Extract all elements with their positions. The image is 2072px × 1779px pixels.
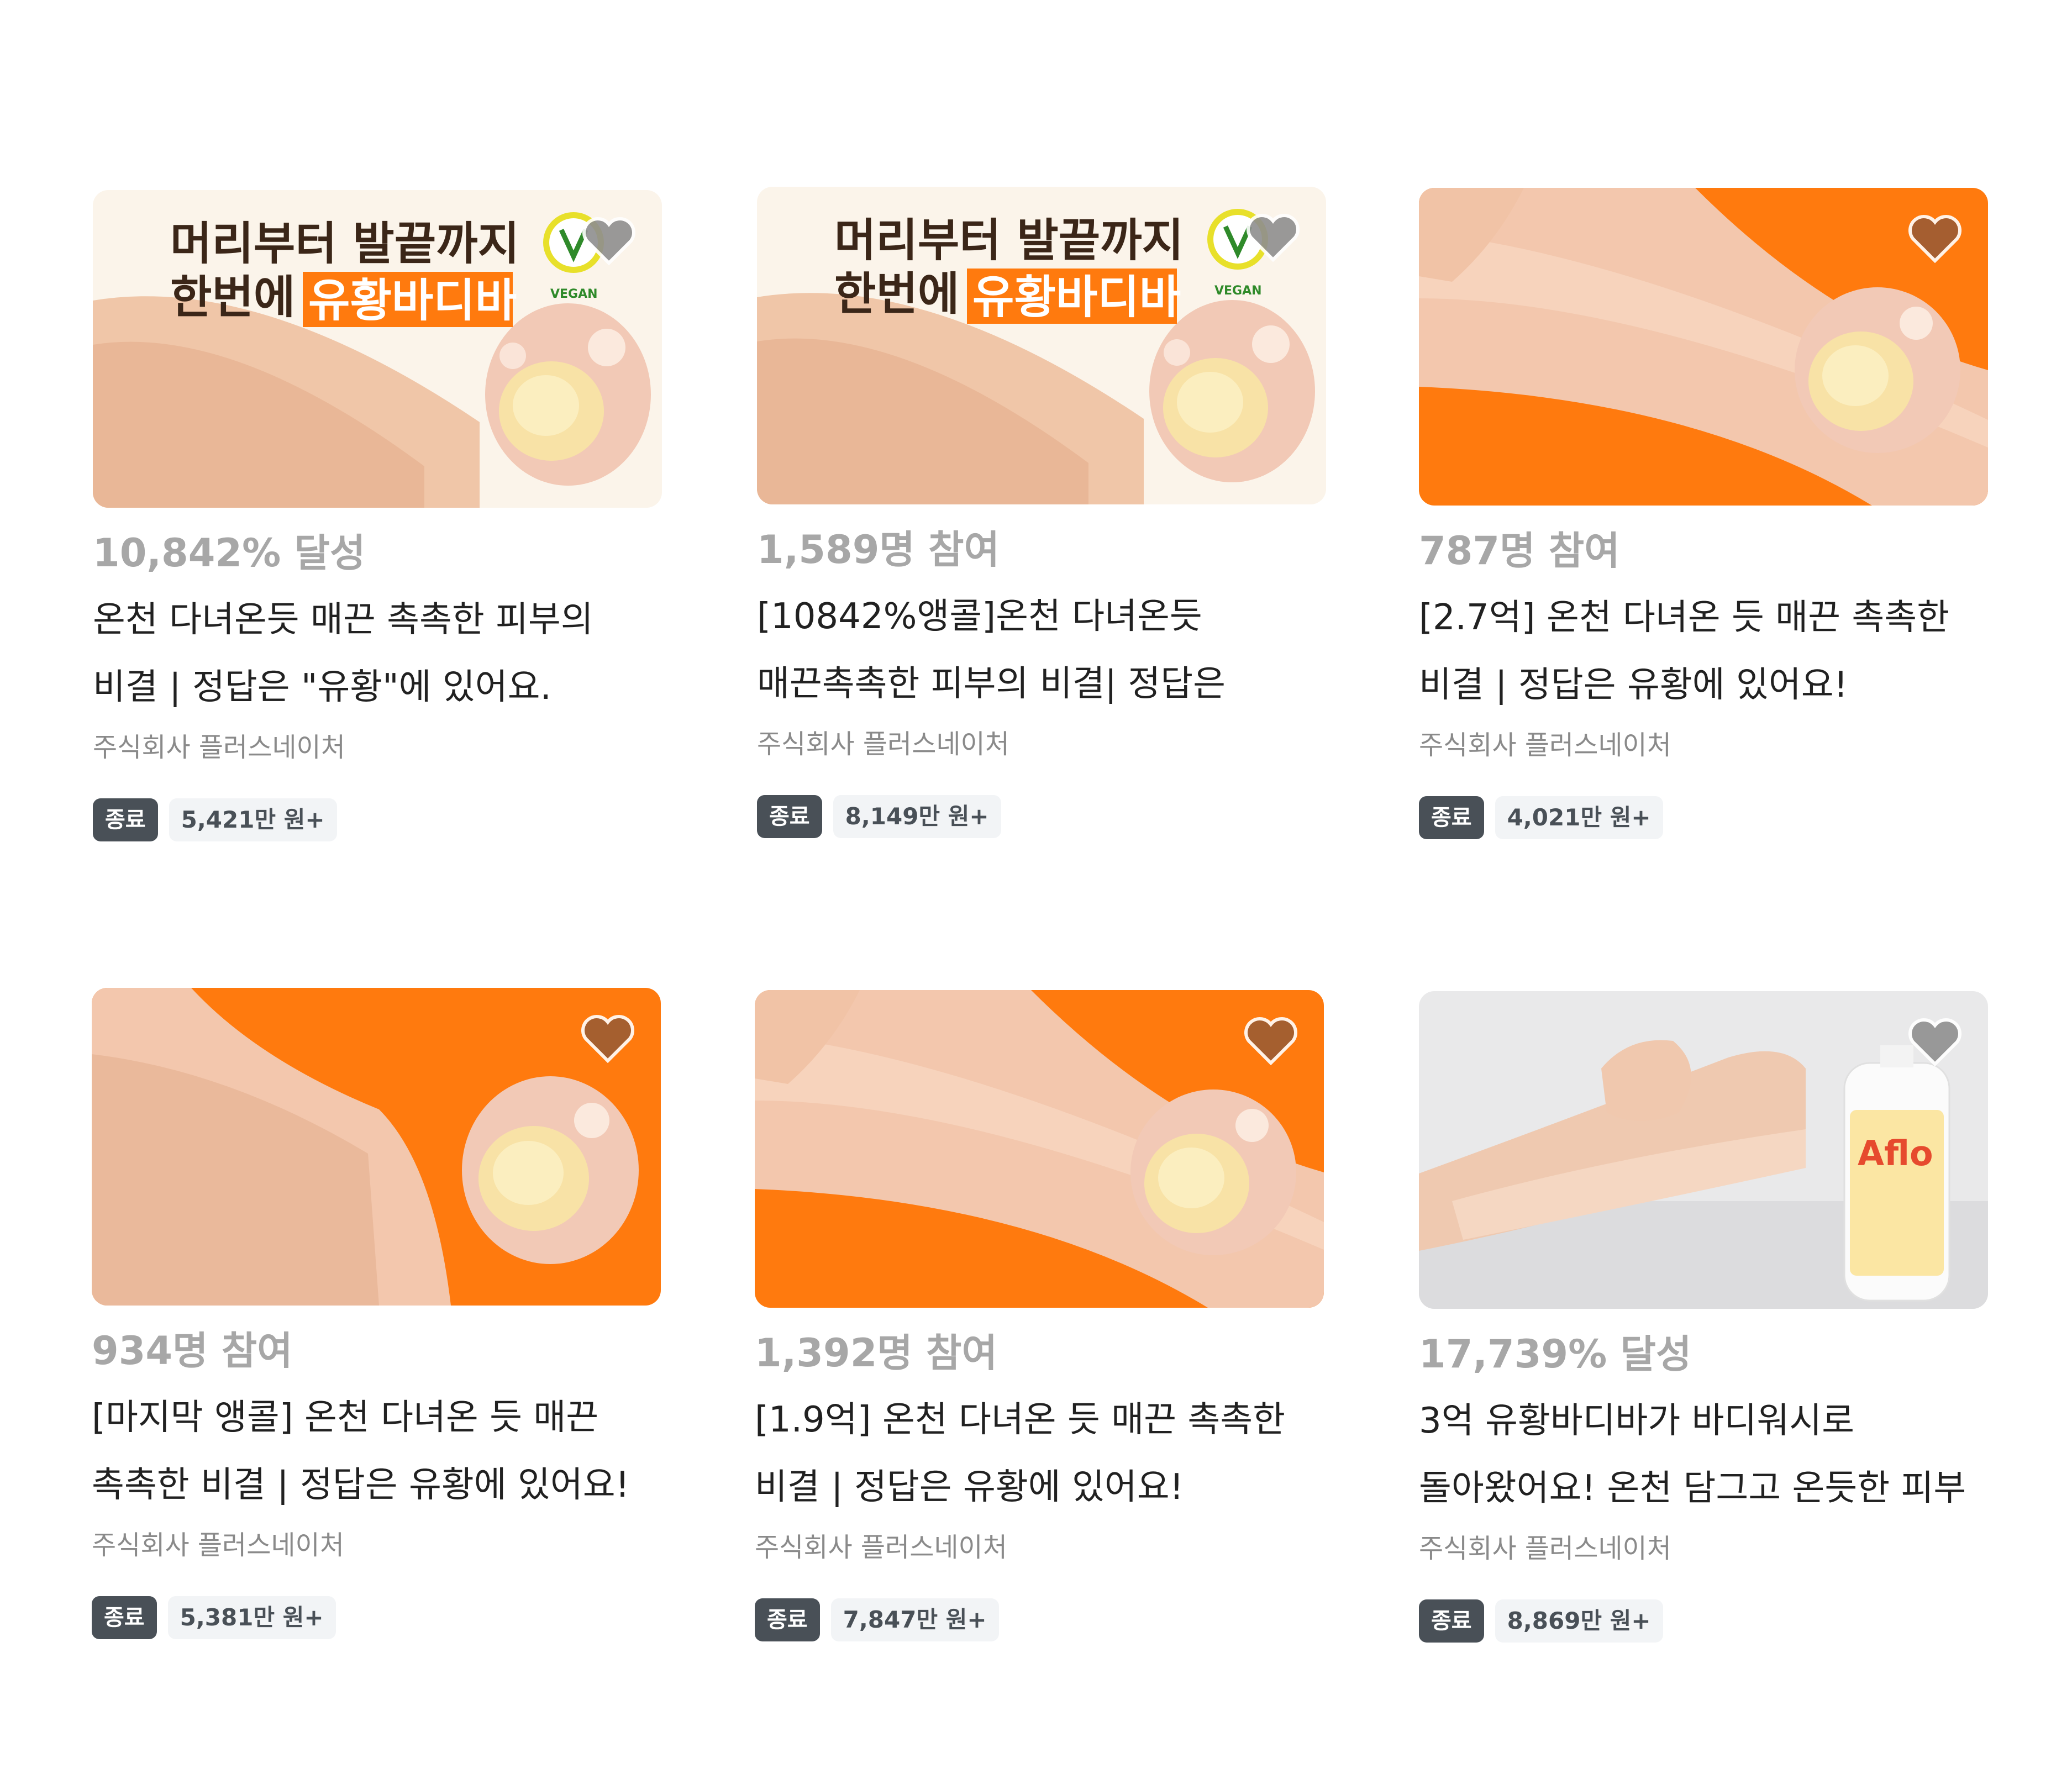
product-image <box>755 990 1324 1308</box>
funding-stat: 1,392명 참여 <box>755 1330 997 1376</box>
project-title[interactable]: [10842%앵콜]온천 다녀온듯 매끈촉촉한 피부의 비결| 정답은 "유황" <box>757 583 1326 718</box>
project-title[interactable]: 3억 유황바디바가 바디워시로 돌아왔어요! 온천 담그고 온듯한 피부 비결! <box>1419 1387 1988 1522</box>
banner-line-2-prefix: 한번에 <box>834 268 959 320</box>
project-title[interactable]: 온천 다녀온듯 매끈 촉촉한 피부의 비결 | 정답은 "유황"에 있어요. <box>93 586 662 721</box>
maker-name[interactable]: 주식회사 플러스네이처 <box>755 1532 1324 1564</box>
funding-stat: 1,589명 참여 <box>757 527 1000 572</box>
maker-name[interactable]: 주식회사 플러스네이처 <box>1419 1533 1988 1565</box>
heart-icon[interactable] <box>581 1014 634 1063</box>
heart-icon[interactable] <box>1247 213 1300 262</box>
project-title[interactable]: [1.9억] 온천 다녀온 듯 매끈 촉촉한 비결 | 정답은 유황에 있어요! <box>755 1386 1324 1521</box>
amount-badge: 5,381만 원+ <box>167 1596 336 1639</box>
amount-badge: 8,149만 원+ <box>833 794 1001 838</box>
card-thumbnail[interactable] <box>92 988 661 1306</box>
banner-line-2-highlight: 유황바디바 <box>308 275 517 327</box>
amount-badge: 7,847만 원+ <box>830 1598 999 1641</box>
heart-icon[interactable] <box>582 217 635 265</box>
vegan-label: VEGAN <box>1214 284 1262 298</box>
project-card[interactable]: 787명 참여 [2.7억] 온천 다녀온 듯 매끈 촉촉한 비결 | 정답은 … <box>1419 188 1988 839</box>
heart-icon[interactable] <box>1244 1017 1297 1065</box>
banner-line-2-prefix: 한번에 <box>170 271 295 324</box>
project-card[interactable]: 934명 참여 [마지막 앵콜] 온천 다녀온 듯 매끈 촉촉한 비결 | 정답… <box>92 988 661 1639</box>
project-card[interactable]: Aflo 17,739% 달성 3억 유황바디바가 바디워시로 돌아왔어요! 온… <box>1419 991 1988 1643</box>
vegan-label: VEGAN <box>550 287 598 301</box>
status-badge: 종료 <box>1419 1599 1484 1643</box>
banner-line-1: 머리부터 발끝까지 <box>834 214 1184 267</box>
maker-name[interactable]: 주식회사 플러스네이처 <box>93 732 662 764</box>
funding-stat: 934명 참여 <box>92 1328 293 1373</box>
maker-name[interactable]: 주식회사 플러스네이처 <box>1419 730 1988 762</box>
maker-name[interactable]: 주식회사 플러스네이처 <box>92 1530 661 1562</box>
card-thumbnail[interactable]: Aflo <box>1419 991 1988 1309</box>
banner-line-2-highlight: 유황바디바 <box>972 271 1181 324</box>
card-thumbnail[interactable] <box>755 990 1324 1308</box>
funding-stat: 17,739% 달성 <box>1419 1331 1692 1377</box>
amount-badge: 5,421만 원+ <box>169 798 337 841</box>
product-image <box>1419 188 1988 506</box>
heart-icon[interactable] <box>1908 1018 1961 1066</box>
product-image: 머리부터 발끝까지 한번에 유황바디바 VEGAN <box>757 187 1326 504</box>
status-badge: 종료 <box>755 1598 820 1641</box>
project-card[interactable]: 1,392명 참여 [1.9억] 온천 다녀온 듯 매끈 촉촉한 비결 | 정답… <box>755 990 1324 1641</box>
bottle-label: Aflo <box>1858 1133 1933 1173</box>
maker-name[interactable]: 주식회사 플러스네이처 <box>757 729 1326 761</box>
product-image: 머리부터 발끝까지 한번에 유황바디바 VEGAN <box>93 190 662 508</box>
status-badge: 종료 <box>757 794 822 838</box>
bottle-image: Aflo <box>1843 1045 1950 1302</box>
amount-badge: 4,021만 원+ <box>1495 796 1663 839</box>
project-card[interactable]: 머리부터 발끝까지 한번에 유황바디바 VEGAN 10,842% 달성 온천 … <box>93 190 662 841</box>
project-title[interactable]: [2.7억] 온천 다녀온 듯 매끈 촉촉한 비결 | 정답은 유황에 있어요! <box>1419 584 1988 719</box>
banner-line-1: 머리부터 발끝까지 <box>170 218 519 270</box>
card-thumbnail[interactable]: 머리부터 발끝까지 한번에 유황바디바 VEGAN <box>757 187 1326 504</box>
card-thumbnail[interactable]: 머리부터 발끝까지 한번에 유황바디바 VEGAN <box>93 190 662 508</box>
card-thumbnail[interactable] <box>1419 188 1988 506</box>
heart-icon[interactable] <box>1908 214 1961 263</box>
funding-stat: 787명 참여 <box>1419 528 1620 573</box>
funding-stat: 10,842% 달성 <box>93 530 366 576</box>
status-badge: 종료 <box>1419 796 1484 839</box>
product-image <box>92 988 661 1306</box>
project-card[interactable]: 머리부터 발끝까지 한번에 유황바디바 VEGAN 1,589명 참여 [108… <box>757 187 1326 838</box>
product-image: Aflo <box>1419 991 1988 1309</box>
status-badge: 종료 <box>93 798 158 841</box>
status-badge: 종료 <box>92 1596 157 1639</box>
amount-badge: 8,869만 원+ <box>1495 1599 1663 1643</box>
project-title[interactable]: [마지막 앵콜] 온천 다녀온 듯 매끈 촉촉한 비결 | 정답은 유황에 있어… <box>92 1384 661 1519</box>
